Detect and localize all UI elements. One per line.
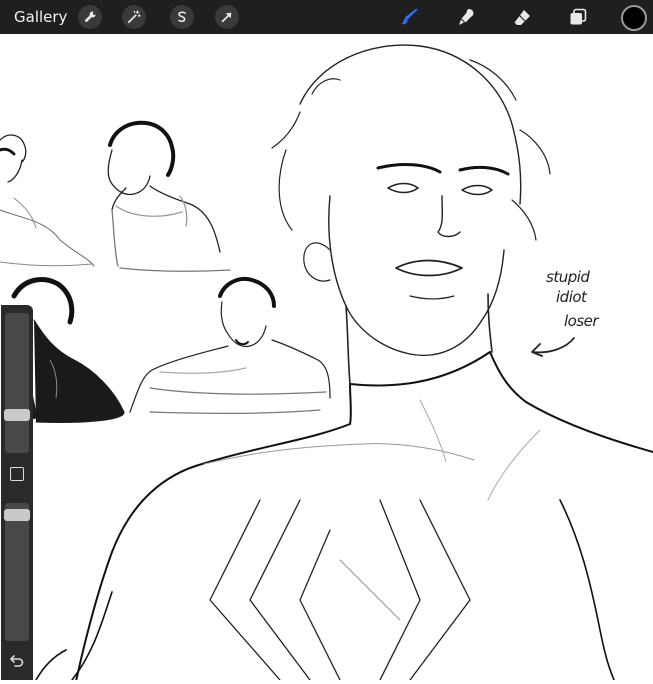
brush-size-thumb[interactable] [4,409,30,421]
undo-icon[interactable] [9,652,25,668]
modify-square-icon[interactable] [10,467,24,481]
brush-icon[interactable] [397,5,421,29]
gallery-button[interactable]: Gallery [14,8,67,26]
top-toolbar: Gallery [0,0,653,34]
opacity-thumb[interactable] [4,509,30,521]
sketch-head-left [0,134,95,267]
magic-wand-icon[interactable] [122,5,146,29]
color-picker-button[interactable] [621,5,647,31]
layers-icon[interactable] [566,5,590,29]
note-line-1: stupid [546,268,590,286]
sketch-artwork [0,44,653,684]
note-line-2: idiot [556,288,587,306]
opacity-slider[interactable] [4,503,30,641]
sketch-head-shout [129,277,331,414]
brush-size-slider[interactable] [4,313,30,453]
selection-icon[interactable] [170,5,194,29]
note-line-3: loser [564,312,599,330]
smudge-icon[interactable] [454,5,478,29]
note-arrow [531,337,575,357]
drawing-canvas[interactable]: stupid idiot loser [0,34,653,684]
transform-arrow-icon[interactable] [215,5,239,29]
brush-sidebar [1,305,33,680]
sketch-head-profile [107,120,231,272]
eraser-icon[interactable] [510,5,534,29]
wrench-icon[interactable] [78,5,102,29]
sketch-main-figure [35,44,653,684]
